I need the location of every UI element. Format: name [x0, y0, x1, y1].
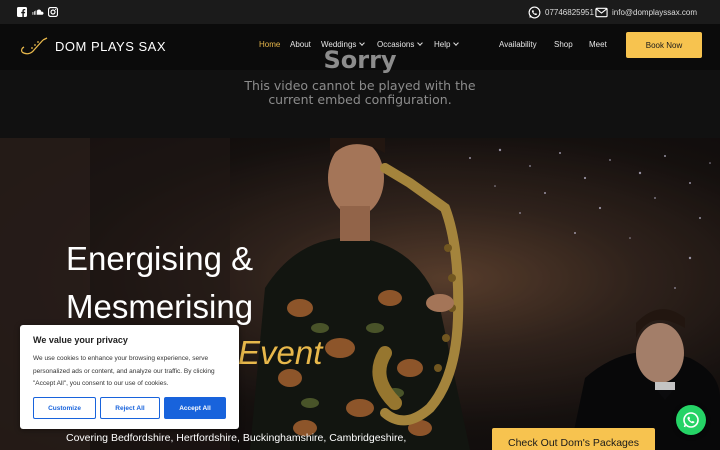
chevron-down-icon [417, 40, 424, 46]
whatsapp-icon [528, 6, 541, 18]
whatsapp-icon [683, 412, 699, 428]
hero-heading-line1: Energising & [66, 240, 254, 277]
hero-heading-line3: Event [238, 334, 323, 371]
hero-heading-line2: Mesmerising [66, 288, 254, 325]
top-bar: 07746825951 info@domplayssax.com [0, 0, 720, 24]
video-embed[interactable]: Sorry This video cannot be played with t… [0, 46, 720, 138]
phone-number: 07746825951 [545, 7, 594, 17]
cookie-consent-banner: We value your privacy We use cookies to … [20, 325, 239, 429]
envelope-icon [595, 7, 608, 17]
instagram-icon[interactable] [48, 7, 58, 17]
customize-button[interactable]: Customize [33, 397, 96, 419]
cookie-description: We use cookies to enhance your browsing … [33, 355, 215, 387]
chevron-down-icon [359, 40, 366, 46]
cookie-title: We value your privacy [33, 335, 128, 345]
video-error-message: This video cannot be played with the cur… [244, 78, 476, 107]
email-contact[interactable]: info@domplayssax.com [595, 5, 697, 19]
chevron-down-icon [453, 40, 460, 46]
facebook-icon[interactable] [17, 7, 27, 17]
soundcloud-icon[interactable] [32, 7, 44, 17]
video-error-title: Sorry [323, 46, 397, 74]
email-address: info@domplayssax.com [612, 7, 698, 17]
coverage-text: Covering Bedfordshire, Hertfordshire, Bu… [66, 432, 407, 444]
reject-all-button[interactable]: Reject All [100, 397, 160, 419]
accept-all-button[interactable]: Accept All [164, 397, 226, 419]
whatsapp-chat-button[interactable] [676, 405, 706, 435]
check-packages-button[interactable]: Check Out Dom's Packages [492, 428, 655, 450]
phone-contact[interactable]: 07746825951 [528, 5, 594, 19]
